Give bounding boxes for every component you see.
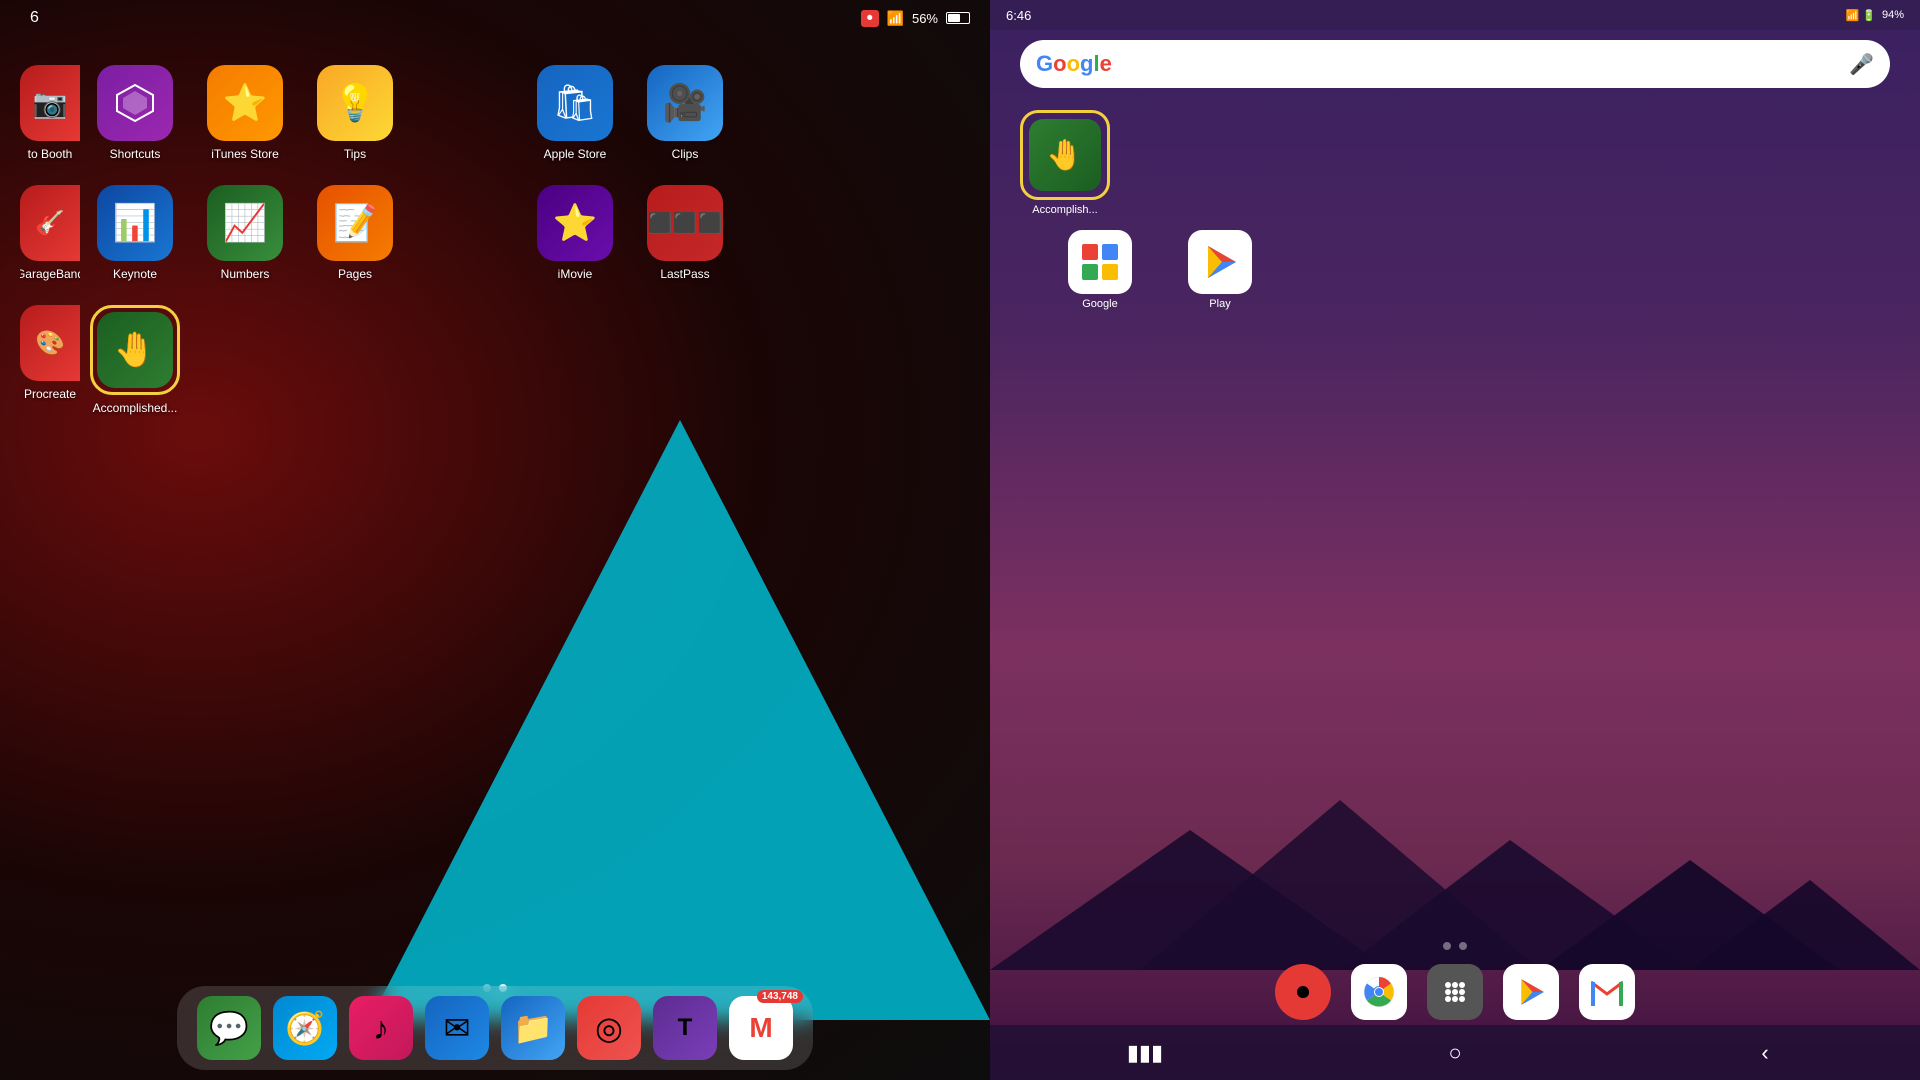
android-app-play[interactable]: Play <box>1170 230 1270 310</box>
android-play-icon <box>1188 230 1252 294</box>
android-dock-apps[interactable] <box>1427 964 1483 1020</box>
app-tips[interactable]: 💡 Tips <box>300 65 410 161</box>
app-lastpass[interactable]: ⬛⬛⬛ LastPass <box>630 185 740 281</box>
app-procreate-label: Procreate <box>24 387 76 401</box>
android-icons: 📶 🔋 <box>1846 9 1876 22</box>
app-lastpass-label: LastPass <box>660 267 709 281</box>
dock-teams[interactable]: T <box>653 996 717 1060</box>
app-garageband[interactable]: 🎸 GarageBand <box>20 185 80 281</box>
dock-music[interactable]: ♪ <box>349 996 413 1060</box>
dock-gmail[interactable]: M 143,748 <box>729 996 793 1060</box>
app-itunes-label: iTunes Store <box>211 147 279 161</box>
ipad-panel: 6 ⏺ 📶 56% 📷 to Booth Shortcuts ⭐ iTunes … <box>0 0 990 1080</box>
app-photo-booth[interactable]: 📷 to Booth <box>20 65 80 161</box>
app-pages[interactable]: 📝 Pages <box>300 185 410 281</box>
android-battery: 94% <box>1882 9 1904 21</box>
android-dot-2 <box>1459 942 1467 950</box>
android-search-bar-container: Google 🎤 <box>1020 40 1890 88</box>
app-imovie-label: iMovie <box>558 267 593 281</box>
android-app-grid: Google Play <box>1050 230 1270 310</box>
app-photo-booth-label: to Booth <box>28 147 73 161</box>
app-shortcuts-label: Shortcuts <box>110 147 161 161</box>
app-shortcuts[interactable]: Shortcuts <box>80 65 190 161</box>
android-dock-record[interactable]: ⏺ <box>1275 964 1331 1020</box>
android-dock-chrome[interactable] <box>1351 964 1407 1020</box>
app-keynote-label: Keynote <box>113 267 157 281</box>
app-clips[interactable]: 🎥 Clips <box>630 65 740 161</box>
android-accomplished-app[interactable]: 🤚 Accomplish... <box>1020 110 1110 216</box>
app-apple-store[interactable]: 🛍 Apple Store <box>520 65 630 161</box>
app-procreate[interactable]: 🎨 Procreate <box>20 305 80 401</box>
ipad-statusbar: 6 ⏺ 📶 56% <box>0 0 990 36</box>
android-accomplished-icon: 🤚 <box>1029 119 1101 191</box>
ipad-wifi-icon: 📶 <box>887 10 904 27</box>
android-mountains <box>990 750 1920 970</box>
android-search-bar[interactable]: Google 🎤 <box>1020 40 1890 88</box>
dock-messages[interactable]: 💬 <box>197 996 261 1060</box>
ipad-battery-indicator: ⏺ <box>861 10 879 27</box>
dock-chrome[interactable]: ◎ <box>577 996 641 1060</box>
app-pages-label: Pages <box>338 267 372 281</box>
app-accomplished[interactable]: 🤚 Accomplished... <box>80 305 190 415</box>
android-dot-1 <box>1443 942 1451 950</box>
app-imovie[interactable]: ⭐ iMovie <box>520 185 630 281</box>
android-accomplished-label: Accomplish... <box>1020 204 1110 216</box>
app-apple-store-label: Apple Store <box>544 147 607 161</box>
app-garageband-label: GarageBand <box>20 267 80 281</box>
android-app-google[interactable]: Google <box>1050 230 1150 310</box>
android-nav-home[interactable]: ○ <box>1430 1033 1480 1073</box>
ipad-status-icons: ⏺ 📶 56% <box>861 10 970 27</box>
dock-safari[interactable]: 🧭 <box>273 996 337 1060</box>
app-accomplished-label: Accomplished... <box>93 401 178 415</box>
android-google-label: Google <box>1082 298 1117 310</box>
app-numbers[interactable]: 📈 Numbers <box>190 185 300 281</box>
android-dock: ⏺ <box>990 964 1920 1020</box>
android-page-dots <box>1443 942 1467 950</box>
android-panel: 6:46 📶 🔋 94% Google 🎤 🤚 Accomplish... <box>990 0 1920 1080</box>
app-itunes-store[interactable]: ⭐ iTunes Store <box>190 65 300 161</box>
app-keynote[interactable]: 📊 Keynote <box>80 185 190 281</box>
android-time: 6:46 <box>1006 8 1031 23</box>
android-google-icon <box>1068 230 1132 294</box>
android-accomplished-wrapper: 🤚 <box>1020 110 1110 200</box>
ipad-battery-percent: 56% <box>912 11 938 26</box>
google-logo: Google <box>1036 51 1112 77</box>
ipad-time: 6 <box>30 9 39 27</box>
app-tips-label: Tips <box>344 147 366 161</box>
dock-files[interactable]: 📁 <box>501 996 565 1060</box>
mic-icon[interactable]: 🎤 <box>1849 52 1874 77</box>
android-nav-back[interactable]: ‹ <box>1740 1033 1790 1073</box>
android-statusbar: 6:46 📶 🔋 94% <box>990 0 1920 30</box>
ipad-battery-bar <box>946 12 970 24</box>
dock-mail[interactable]: ✉ <box>425 996 489 1060</box>
android-dock-gmail[interactable] <box>1579 964 1635 1020</box>
ipad-dock: 💬 🧭 ♪ ✉ 📁 ◎ T M 143,748 <box>177 986 813 1070</box>
android-play-label: Play <box>1209 298 1230 310</box>
android-nav-recents[interactable]: ▮▮▮ <box>1120 1033 1170 1073</box>
ipad-decorative-triangle <box>370 420 990 1020</box>
gmail-badge: 143,748 <box>757 990 803 1003</box>
android-status-right: 📶 🔋 94% <box>1846 9 1904 22</box>
app-clips-label: Clips <box>672 147 699 161</box>
android-dock-play-store[interactable] <box>1503 964 1559 1020</box>
android-navbar: ▮▮▮ ○ ‹ <box>990 1025 1920 1080</box>
app-numbers-label: Numbers <box>221 267 270 281</box>
